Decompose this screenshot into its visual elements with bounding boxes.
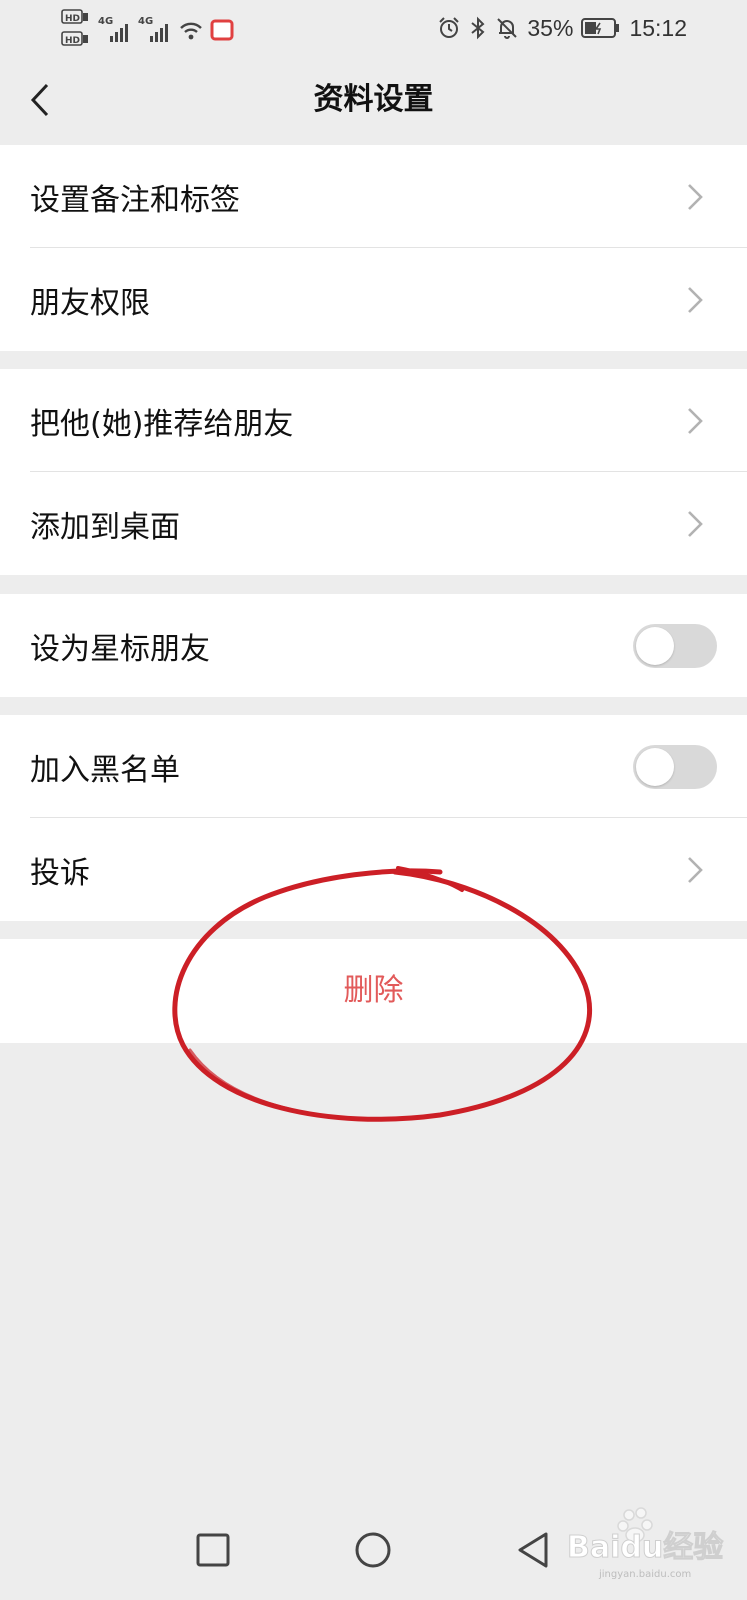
toggle-knob: [636, 627, 674, 665]
chevron-right-icon: [688, 287, 703, 313]
svg-text:HD: HD: [65, 36, 80, 46]
delete-label: 删除: [343, 973, 404, 1008]
row-label: 设置备注和标签: [30, 182, 240, 218]
settings-group-1: 设置备注和标签 朋友权限: [0, 145, 747, 351]
toggle-knob: [636, 748, 674, 786]
chevron-right-icon: [688, 511, 703, 537]
row-remark-tags[interactable]: 设置备注和标签: [0, 145, 747, 248]
blacklist-toggle[interactable]: [633, 745, 717, 789]
row-label: 设为星标朋友: [30, 631, 210, 667]
watermark-text: Baidu经验: [567, 1530, 723, 1565]
battery-percent: 35%: [527, 14, 574, 41]
row-friend-permissions[interactable]: 朋友权限: [0, 248, 747, 351]
settings-group-2: 把他(她)推荐给朋友 添加到桌面: [0, 369, 747, 575]
page-title: 资料设置: [313, 82, 434, 117]
delete-button[interactable]: 删除: [0, 939, 747, 1043]
row-complain[interactable]: 投诉: [0, 818, 747, 921]
back-triangle-icon: [518, 1532, 548, 1568]
row-label: 加入黑名单: [30, 752, 180, 788]
nav-bar: 资料设置: [0, 56, 747, 144]
mute-bell-icon: [497, 18, 518, 39]
status-time: 15:12: [629, 14, 687, 41]
status-signal-icons: HD HD 4G 4G: [61, 9, 234, 46]
home-button[interactable]: [345, 1522, 401, 1578]
row-label: 朋友权限: [30, 285, 150, 321]
recent-apps-button[interactable]: [185, 1522, 241, 1578]
settings-group-4: 加入黑名单 投诉: [0, 715, 747, 921]
row-star-friend: 设为星标朋友: [0, 594, 747, 697]
row-blacklist: 加入黑名单: [0, 715, 747, 818]
svg-text:4G: 4G: [98, 16, 113, 27]
status-bar: HD HD 4G 4G 35% 15:12: [0, 0, 747, 56]
svg-text:HD: HD: [65, 14, 80, 24]
home-icon: [355, 1532, 391, 1568]
row-label: 把他(她)推荐给朋友: [30, 406, 294, 442]
star-friend-toggle[interactable]: [633, 624, 717, 668]
alarm-icon: [439, 17, 460, 38]
row-add-to-desktop[interactable]: 添加到桌面: [0, 472, 747, 575]
recent-apps-icon: [196, 1533, 230, 1567]
chevron-right-icon: [688, 857, 703, 883]
baidu-jingyan-watermark: Baidu经验 jingyan.baidu.com: [567, 1507, 724, 1580]
settings-group-3: 设为星标朋友: [0, 594, 747, 697]
chevron-right-icon: [688, 408, 703, 434]
chevron-right-icon: [688, 184, 703, 210]
status-right-icons: 35% 15:12: [437, 8, 687, 48]
watermark-subtext: jingyan.baidu.com: [598, 1569, 691, 1580]
row-label: 添加到桌面: [30, 509, 180, 545]
battery-icon: [581, 18, 620, 38]
status-left-icons: HD HD 4G 4G: [60, 8, 240, 48]
bluetooth-icon: [471, 16, 485, 40]
row-recommend-to-friend[interactable]: 把他(她)推荐给朋友: [0, 369, 747, 472]
system-back-button[interactable]: [505, 1522, 561, 1578]
row-label: 投诉: [30, 855, 90, 891]
svg-text:4G: 4G: [138, 16, 153, 27]
